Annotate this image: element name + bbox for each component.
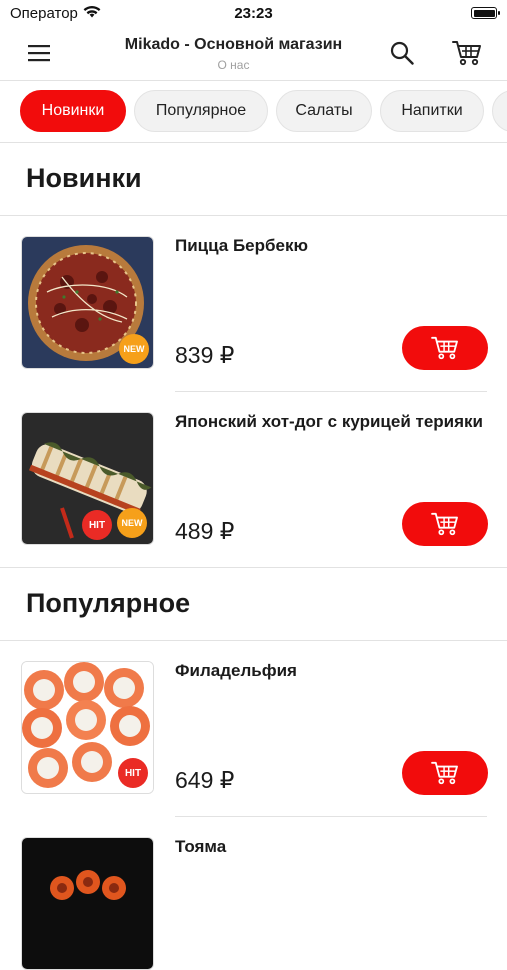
chip-label: Новинки — [41, 102, 105, 119]
hit-badge: HIT — [118, 758, 148, 788]
store-title-block[interactable]: Mikado - Основной магазин О нас — [90, 36, 377, 72]
toyama-roll-image[interactable] — [21, 837, 154, 970]
chip-novinki[interactable]: Новинки — [20, 90, 126, 132]
divider — [0, 640, 507, 641]
add-to-cart-button[interactable] — [402, 751, 488, 795]
divider — [0, 567, 507, 568]
new-badge: NEW — [119, 334, 149, 364]
divider — [175, 391, 487, 392]
shopping-cart-icon — [431, 761, 458, 785]
product-card[interactable]: HIT NEW Японский хот-дог с курицей терия… — [0, 412, 507, 588]
product-card[interactable]: HIT Филадельфия 649 ₽ — [0, 661, 507, 837]
divider — [175, 816, 487, 817]
section-title: Новинки — [26, 163, 142, 193]
hotdog-roll-image[interactable]: HIT NEW — [21, 412, 154, 545]
chip-label: Популярное — [155, 102, 247, 119]
chip-label: Салаты — [295, 102, 353, 119]
cart-nav-button[interactable] — [450, 36, 484, 70]
chip-popular[interactable]: Популярное — [134, 90, 268, 132]
product-price: 489 ₽ — [175, 518, 235, 544]
new-badge: NEW — [117, 508, 147, 538]
product-card[interactable]: NEW Пицца Бербекю 839 ₽ — [0, 236, 507, 412]
category-tabs: Новинки Популярное Салаты Напитки — [0, 80, 507, 143]
status-bar: Оператор 23:23 — [0, 0, 507, 28]
hit-badge: HIT — [82, 510, 112, 540]
shopping-cart-icon — [431, 512, 458, 536]
chip-more[interactable] — [492, 90, 507, 132]
product-name[interactable]: Филадельфия — [175, 661, 297, 681]
product-name[interactable]: Японский хот-дог с курицей терияки — [175, 412, 483, 432]
hamburger-icon — [28, 45, 50, 62]
chip-drinks[interactable]: Напитки — [380, 90, 484, 132]
chip-salads[interactable]: Салаты — [276, 90, 372, 132]
divider — [0, 215, 507, 216]
battery-icon — [471, 7, 500, 19]
search-button[interactable] — [385, 36, 419, 70]
section-title: Популярное — [26, 588, 191, 618]
search-icon — [390, 41, 414, 65]
product-card[interactable]: Тояма — [0, 837, 507, 970]
nav-bar: Mikado - Основной магазин О нас — [0, 28, 507, 81]
store-subtitle: О нас — [217, 58, 250, 72]
store-title: Mikado - Основной магазин — [124, 36, 343, 53]
chip-label: Напитки — [401, 102, 463, 119]
add-to-cart-button[interactable] — [402, 326, 488, 370]
product-name[interactable]: Тояма — [175, 837, 226, 857]
add-to-cart-button[interactable] — [402, 502, 488, 546]
shopping-cart-icon — [452, 41, 481, 66]
product-price: 649 ₽ — [175, 767, 235, 793]
product-name[interactable]: Пицца Бербекю — [175, 236, 308, 256]
menu-button[interactable] — [22, 36, 56, 70]
pizza-image[interactable]: NEW — [21, 236, 154, 369]
philadelphia-roll-image[interactable]: HIT — [21, 661, 154, 794]
shopping-cart-icon — [431, 336, 458, 360]
status-time: 23:23 — [234, 5, 273, 22]
product-price: 839 ₽ — [175, 342, 235, 368]
